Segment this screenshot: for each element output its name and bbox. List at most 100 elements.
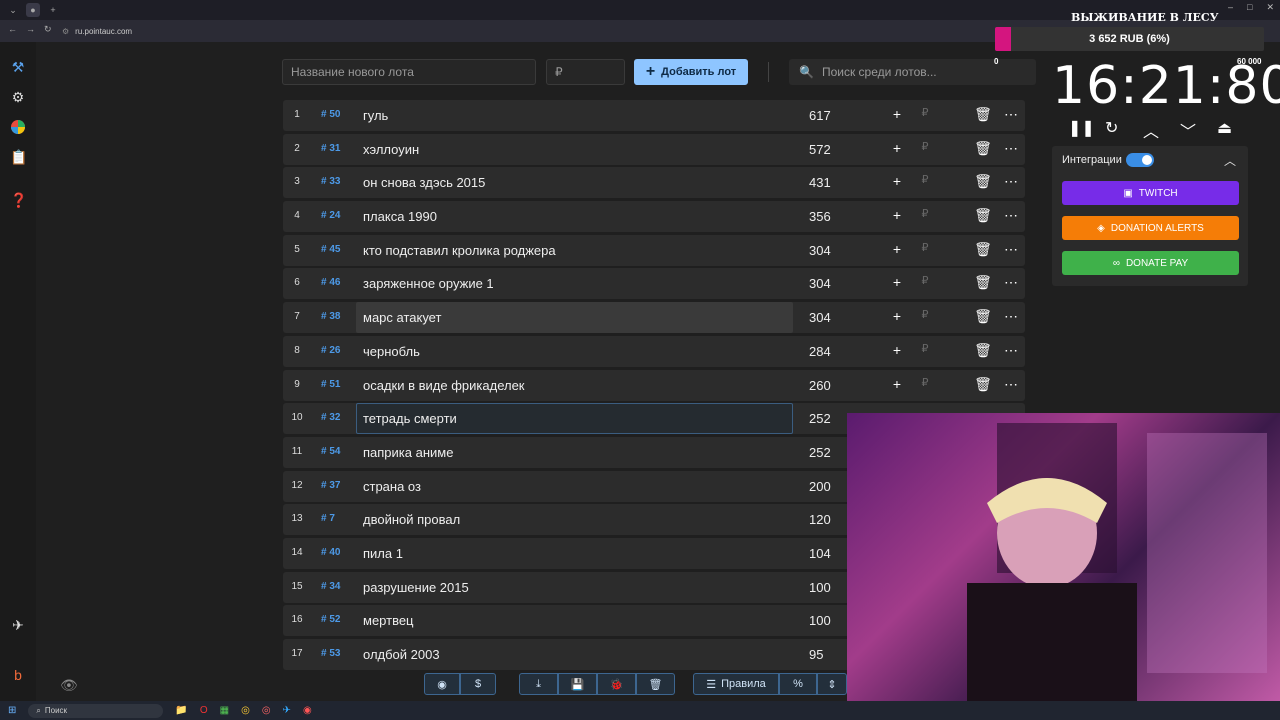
double-up-icon[interactable]: ⏏ xyxy=(1217,118,1232,138)
add-lot-button[interactable]: + Добавить лот xyxy=(634,59,748,85)
ruble-icon[interactable]: ₽ xyxy=(911,241,939,258)
clipboard-icon[interactable]: 📋 xyxy=(10,149,27,165)
save-icon[interactable]: 💾 xyxy=(558,673,597,695)
help-icon[interactable]: ❓ xyxy=(10,192,27,208)
donation-alerts-button[interactable]: ◈ DONATION ALERTS xyxy=(1062,216,1239,240)
lot-id[interactable]: # 50 xyxy=(321,109,340,120)
lot-row[interactable]: 6 # 46 заряженное оружие 1 304 + ₽ 🗑 ⋯ xyxy=(283,268,1025,300)
delete-icon[interactable]: 🗑 xyxy=(969,207,997,224)
wheel-icon[interactable] xyxy=(10,119,26,135)
lot-row[interactable]: 2 # 31 хэллоуин 572 + ₽ 🗑 ⋯ xyxy=(283,133,1025,165)
add-amount-icon[interactable]: + xyxy=(883,173,911,190)
lot-name[interactable]: плакса 1990 xyxy=(363,209,437,224)
delete-icon[interactable]: 🗑 xyxy=(969,173,997,190)
ruble-icon[interactable]: ₽ xyxy=(911,376,939,393)
more-icon[interactable]: ⋯ xyxy=(997,308,1025,325)
close-icon[interactable]: ✕ xyxy=(1266,2,1274,13)
lot-name[interactable]: разрушение 2015 xyxy=(363,580,469,595)
settings-icon[interactable]: ⚙ xyxy=(10,89,26,105)
percent-button[interactable]: % xyxy=(779,673,817,695)
back-icon[interactable]: ← xyxy=(8,24,17,34)
lot-id[interactable]: # 31 xyxy=(321,143,340,154)
more-icon[interactable]: ⋯ xyxy=(997,274,1025,291)
add-amount-icon[interactable]: + xyxy=(883,274,911,291)
site-info-icon[interactable]: ⚙ xyxy=(62,27,69,36)
search-input[interactable]: 🔍 Поиск среди лотов... xyxy=(789,59,1036,85)
ruble-icon[interactable]: ₽ xyxy=(911,207,939,224)
chrome-icon[interactable]: ◎ xyxy=(241,705,250,716)
lot-id[interactable]: # 38 xyxy=(321,311,340,322)
clear-icon[interactable]: 🗑 xyxy=(636,673,675,695)
ruble-icon[interactable]: ₽ xyxy=(911,274,939,291)
chrome-active-icon[interactable]: ◎ xyxy=(262,705,271,716)
lot-id[interactable]: # 26 xyxy=(321,345,340,356)
lot-id[interactable]: # 24 xyxy=(321,210,340,221)
ruble-icon[interactable]: ₽ xyxy=(911,173,939,190)
lot-name[interactable]: страна оз xyxy=(363,479,421,494)
ruble-icon[interactable]: ₽ xyxy=(911,308,939,325)
more-icon[interactable]: ⋯ xyxy=(997,173,1025,190)
lot-row[interactable]: 1 # 50 гуль 617 + ₽ 🗑 ⋯ xyxy=(283,100,1025,131)
ruble-icon[interactable]: ₽ xyxy=(911,140,939,157)
download-icon[interactable]: ⤓ xyxy=(519,673,558,695)
lot-id[interactable]: # 52 xyxy=(321,614,340,625)
more-icon[interactable]: ⋯ xyxy=(997,106,1025,123)
chevron-down-icon[interactable]: ﹀ xyxy=(1180,118,1196,142)
lot-name[interactable]: пила 1 xyxy=(363,546,403,561)
windows-start-icon[interactable]: ⊞ xyxy=(8,705,16,716)
lot-name[interactable]: заряженное оружие 1 xyxy=(363,276,494,291)
add-amount-icon[interactable]: + xyxy=(883,241,911,258)
obs-icon[interactable]: ◉ xyxy=(303,705,312,716)
lot-name[interactable]: олдбой 2003 xyxy=(363,647,440,662)
donate-icon[interactable]: $ xyxy=(460,673,496,695)
lot-id[interactable]: # 51 xyxy=(321,379,340,390)
lot-name[interactable]: кто подставил кролика роджера xyxy=(363,243,556,258)
donate-pay-button[interactable]: ∞ DONATE PAY xyxy=(1062,251,1239,275)
lot-row[interactable]: 8 # 26 чернобль 284 + ₽ 🗑 ⋯ xyxy=(283,335,1025,367)
lot-id[interactable]: # 32 xyxy=(321,412,340,423)
lot-id[interactable]: # 53 xyxy=(321,648,340,659)
lot-name[interactable]: он снова здэсь 2015 xyxy=(363,175,485,190)
maximize-icon[interactable]: □ xyxy=(1247,2,1252,13)
lot-id[interactable]: # 7 xyxy=(321,513,335,524)
address-bar[interactable]: ⚙ ru.pointauc.com xyxy=(62,24,132,38)
chevron-up-icon[interactable]: ︿ xyxy=(1143,118,1159,142)
ruble-icon[interactable]: ₽ xyxy=(911,106,939,123)
delete-icon[interactable]: 🗑 xyxy=(969,241,997,258)
lot-row[interactable]: 5 # 45 кто подставил кролика роджера 304 + ₽ 🗑… xyxy=(283,234,1025,266)
lot-id[interactable]: # 33 xyxy=(321,176,340,187)
lot-id[interactable]: # 54 xyxy=(321,446,340,457)
more-icon[interactable]: ⋯ xyxy=(997,140,1025,157)
tab-menu-icon[interactable]: ⌄ xyxy=(6,3,20,17)
delete-icon[interactable]: 🗑 xyxy=(969,106,997,123)
add-amount-icon[interactable]: + xyxy=(883,207,911,224)
more-icon[interactable]: ⋯ xyxy=(997,207,1025,224)
folder-icon[interactable]: 📁 xyxy=(175,705,187,716)
lot-name[interactable]: двойной провал xyxy=(363,512,460,527)
lot-name[interactable]: чернобль xyxy=(363,344,420,359)
lot-id[interactable]: # 37 xyxy=(321,480,340,491)
lot-row[interactable]: 7 # 38 марс атакует 304 + ₽ 🗑 ⋯ xyxy=(283,302,1025,334)
lot-name[interactable]: марс атакует xyxy=(363,310,441,325)
telegram-icon[interactable]: ✈ xyxy=(10,617,26,633)
lot-name[interactable]: мертвец xyxy=(363,613,414,628)
active-tab[interactable]: ● xyxy=(26,3,40,17)
lot-id[interactable]: # 45 xyxy=(321,244,340,255)
lot-name[interactable]: осадки в виде фрикаделек xyxy=(363,378,525,393)
ruble-icon[interactable]: ₽ xyxy=(911,342,939,359)
taskbar-search[interactable]: ⌕ Поиск xyxy=(28,703,164,718)
eye-icon[interactable]: 👁 xyxy=(60,677,78,693)
telegram-taskbar-icon[interactable]: ✈ xyxy=(283,705,291,716)
lot-name[interactable]: гуль xyxy=(363,108,388,123)
resize-icon[interactable]: ⇕ xyxy=(817,673,847,695)
minimize-icon[interactable]: – xyxy=(1228,2,1233,13)
rules-button[interactable]: ☰ Правила xyxy=(693,673,779,695)
add-amount-icon[interactable]: + xyxy=(883,140,911,157)
lot-row[interactable]: 9 # 51 осадки в виде фрикаделек 260 + ₽ 🗑 ⋯ xyxy=(283,369,1025,401)
lot-name[interactable]: паприка аниме xyxy=(363,445,453,460)
reset-icon[interactable]: ↻ xyxy=(1105,118,1118,138)
github-icon[interactable]: ◉ xyxy=(424,673,460,695)
pause-icon[interactable]: ❚❚ xyxy=(1068,118,1095,138)
reload-icon[interactable]: ↻ xyxy=(44,24,52,35)
lot-row[interactable]: 3 # 33 он снова здэсь 2015 431 + ₽ 🗑 ⋯ xyxy=(283,167,1025,199)
